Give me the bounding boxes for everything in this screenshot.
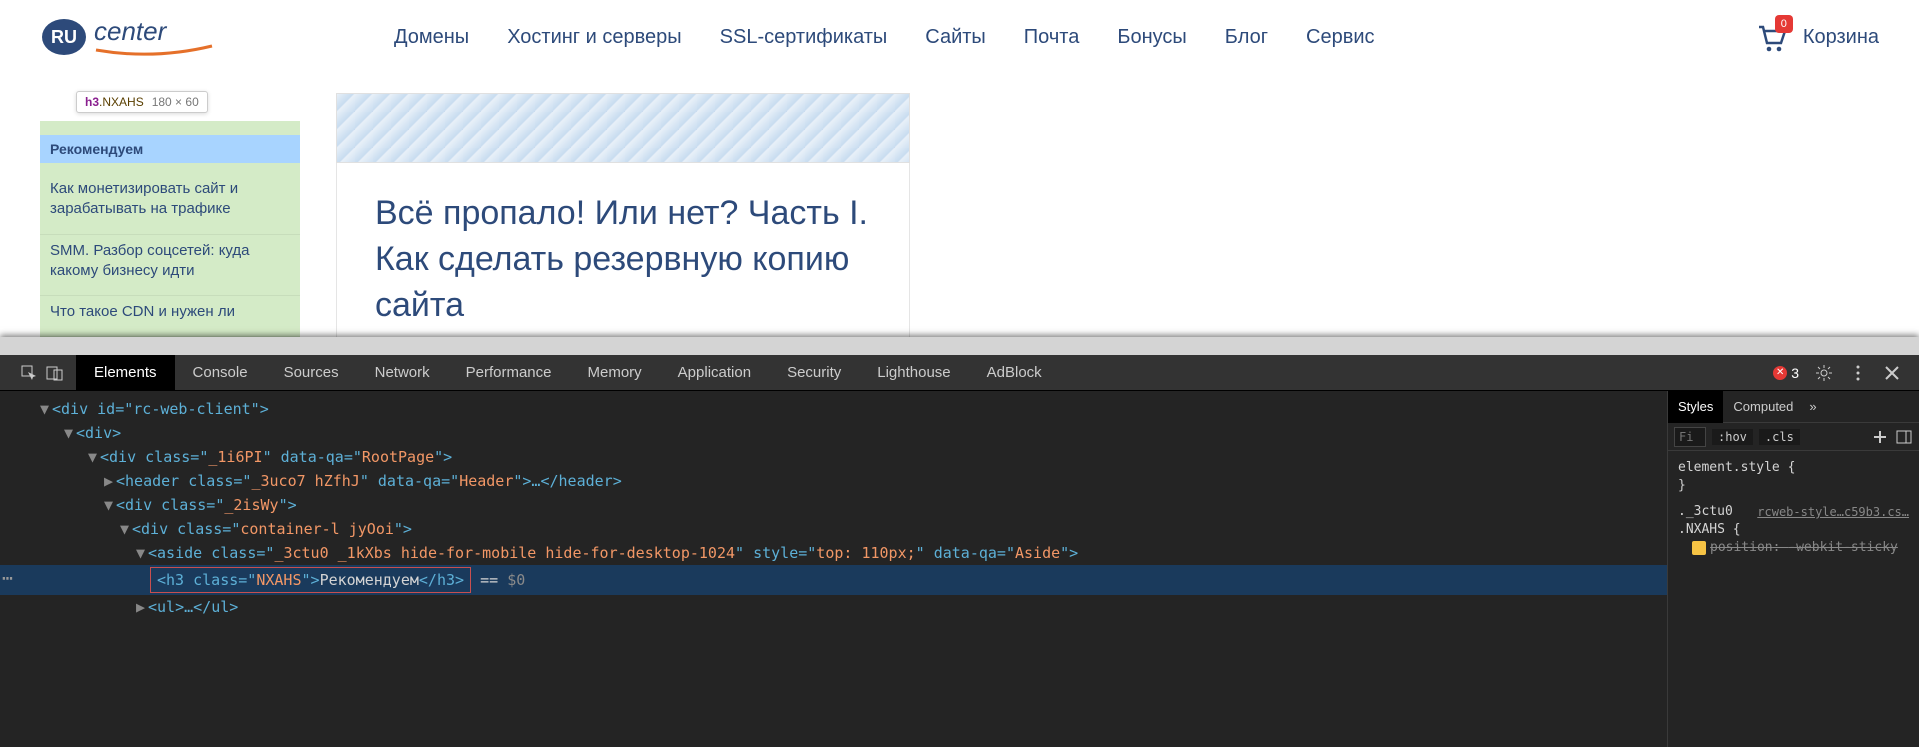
inspect-tooltip: h3.NXAHS180 × 60 xyxy=(76,91,208,113)
selected-dom-line[interactable]: <h3 class="NXAHS">Рекомендуем</h3> == $0 xyxy=(0,565,1667,595)
site-header: RU center Домены Хостинг и серверы SSL-с… xyxy=(0,0,1919,75)
tab-memory[interactable]: Memory xyxy=(570,355,660,391)
nav-bonuses[interactable]: Бонусы xyxy=(1117,26,1186,49)
logo[interactable]: RU center xyxy=(40,12,214,62)
devtools-tabs: Elements Console Sources Network Perform… xyxy=(0,355,1919,391)
logo-text-icon: center xyxy=(94,12,214,62)
svg-text:center: center xyxy=(94,16,168,46)
sidebar-link-3[interactable]: Что такое CDN и нужен ли xyxy=(40,296,300,337)
css-link[interactable]: rcweb-style…c59b3.cs… xyxy=(1757,503,1909,521)
article-title: Всё пропало! Или нет? Часть I. Как сдела… xyxy=(375,191,871,329)
sidebar-link-2[interactable]: SMM. Разбор соцсетей: куда какому бизнес… xyxy=(40,235,300,297)
nav-hosting[interactable]: Хостинг и серверы xyxy=(507,26,681,49)
device-icon[interactable] xyxy=(46,364,64,382)
computed-tab[interactable]: Computed xyxy=(1723,391,1803,423)
nav-mail[interactable]: Почта xyxy=(1024,26,1080,49)
gear-icon[interactable] xyxy=(1815,364,1833,382)
cart-badge: 0 xyxy=(1775,15,1793,33)
cart[interactable]: 0 Корзина xyxy=(1753,19,1879,55)
sidebar-link-1[interactable]: Как монетизировать сайт и зарабатывать н… xyxy=(40,173,300,235)
logo-icon: RU xyxy=(40,13,88,61)
panel-icon[interactable] xyxy=(1895,428,1913,446)
tab-performance[interactable]: Performance xyxy=(448,355,570,391)
tab-security[interactable]: Security xyxy=(769,355,859,391)
filter-input[interactable] xyxy=(1674,427,1706,447)
cls-toggle[interactable]: .cls xyxy=(1759,429,1800,445)
svg-text:RU: RU xyxy=(51,27,77,47)
cart-label: Корзина xyxy=(1803,26,1879,49)
nav-domains[interactable]: Домены xyxy=(394,26,469,49)
kebab-icon[interactable] xyxy=(1849,364,1867,382)
nav-ssl[interactable]: SSL-сертификаты xyxy=(720,26,888,49)
styles-tab[interactable]: Styles xyxy=(1668,391,1723,423)
close-icon[interactable] xyxy=(1883,364,1901,382)
more-tabs-icon[interactable]: » xyxy=(1809,399,1816,414)
sidebar-heading: Рекомендуем xyxy=(40,135,300,163)
nav-sites[interactable]: Сайты xyxy=(925,26,986,49)
devtools-panel: Elements Console Sources Network Perform… xyxy=(0,337,1919,747)
inspect-icon[interactable] xyxy=(20,364,38,382)
tab-elements[interactable]: Elements xyxy=(76,355,175,391)
dom-tree[interactable]: ⋯ ▼<div id="rc-web-client"> ▼<div> ▼<div… xyxy=(0,391,1667,747)
tab-application[interactable]: Application xyxy=(660,355,769,391)
warning-icon xyxy=(1692,541,1706,555)
styles-pane: Styles Computed » :hov .cls element.styl… xyxy=(1667,391,1919,747)
main-nav: Домены Хостинг и серверы SSL-сертификаты… xyxy=(394,26,1753,49)
element-style[interactable]: element.style { xyxy=(1678,459,1909,477)
article-hero-image xyxy=(336,93,910,163)
hov-toggle[interactable]: :hov xyxy=(1712,429,1753,445)
nav-blog[interactable]: Блог xyxy=(1225,26,1268,49)
tab-sources[interactable]: Sources xyxy=(266,355,357,391)
tab-console[interactable]: Console xyxy=(175,355,266,391)
nav-service[interactable]: Сервис xyxy=(1306,26,1375,49)
plus-icon[interactable] xyxy=(1871,428,1889,446)
tab-adblock[interactable]: AdBlock xyxy=(969,355,1060,391)
ellipsis-icon[interactable]: ⋯ xyxy=(2,567,11,591)
tab-lighthouse[interactable]: Lighthouse xyxy=(859,355,968,391)
error-count[interactable]: ✕3 xyxy=(1773,365,1799,381)
tab-network[interactable]: Network xyxy=(357,355,448,391)
